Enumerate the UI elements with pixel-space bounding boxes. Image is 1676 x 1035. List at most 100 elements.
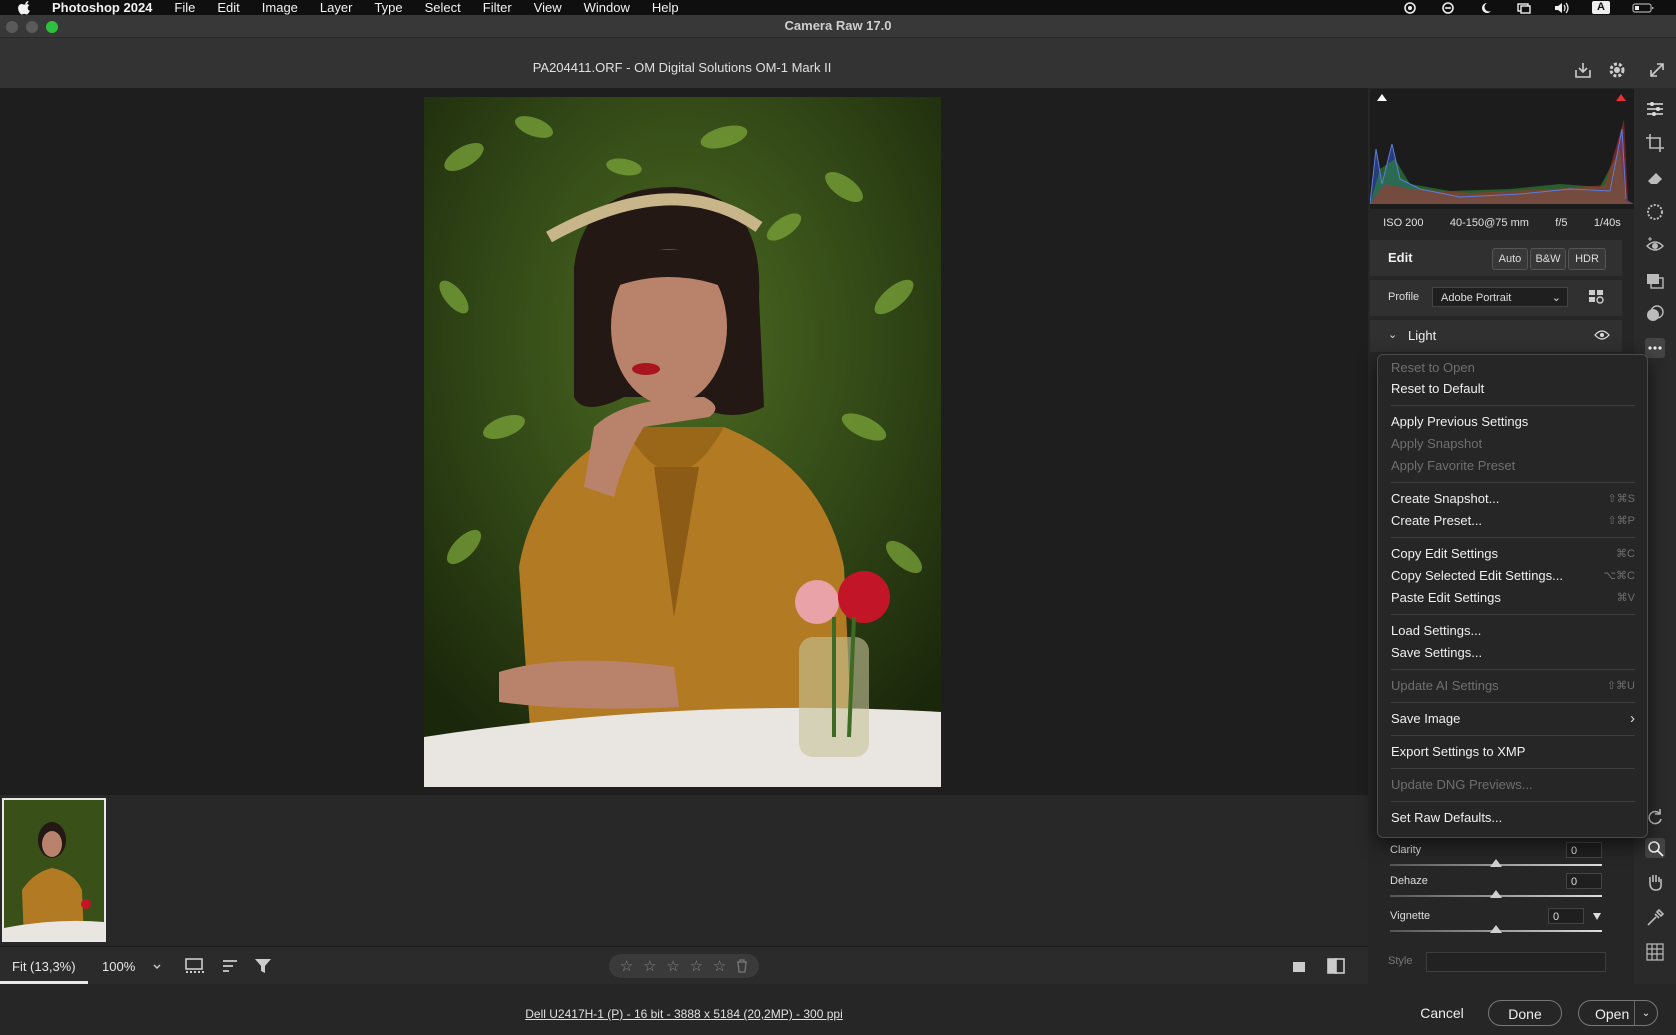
light-section-header[interactable]: ⌄ Light	[1370, 320, 1622, 352]
sync-status-icon[interactable]	[1440, 1, 1456, 14]
filmstrip-view-icon[interactable]	[185, 957, 205, 975]
grid-overlay-icon[interactable]	[1645, 942, 1665, 962]
menu-set-raw-defaults[interactable]: Set Raw Defaults...	[1391, 808, 1635, 828]
style-select[interactable]	[1426, 952, 1606, 972]
menu-item-label: Apply Previous Settings	[1391, 414, 1529, 429]
menu-file[interactable]: File	[174, 0, 195, 15]
app-menu[interactable]: Photoshop 2024	[52, 0, 152, 15]
filmstrip-thumbnail[interactable]	[2, 798, 106, 942]
star-icon[interactable]: ☆	[713, 957, 726, 975]
input-source-indicator[interactable]: A	[1592, 1, 1610, 14]
bottom-toolbar: Fit (13,3%) 100% ☆ ☆ ☆ ☆ ☆	[0, 946, 1368, 985]
clarity-label: Clarity	[1390, 844, 1422, 856]
menu-view[interactable]: View	[534, 0, 562, 15]
red-eye-icon[interactable]	[1645, 236, 1665, 256]
bw-button[interactable]: B&W	[1530, 248, 1566, 270]
vignette-slider[interactable]: Vignette 0	[1370, 908, 1622, 938]
before-after-icon[interactable]	[1326, 957, 1346, 975]
profile-select[interactable]: Adobe Portrait ⌄	[1432, 287, 1568, 307]
menu-save-image[interactable]: Save Image ›	[1391, 709, 1635, 729]
profile-browser-icon[interactable]	[1588, 289, 1606, 305]
menu-item-label: Create Preset...	[1391, 513, 1483, 528]
gear-icon[interactable]	[1607, 60, 1627, 80]
triangle-down-icon[interactable]	[1592, 911, 1602, 921]
snapshots-icon[interactable]	[1645, 270, 1665, 290]
dehaze-slider[interactable]: Dehaze 0	[1370, 873, 1622, 903]
auto-button[interactable]: Auto	[1492, 248, 1528, 270]
presets-icon[interactable]	[1645, 304, 1665, 324]
menu-create-preset[interactable]: Create Preset... ⇧⌘P	[1391, 511, 1635, 531]
highlight-clipping-icon[interactable]	[1614, 91, 1628, 105]
single-view-icon[interactable]	[1290, 957, 1308, 975]
menu-update-ai-settings: Update AI Settings ⇧⌘U	[1391, 676, 1635, 696]
save-image-icon[interactable]	[1573, 60, 1593, 80]
star-icon[interactable]: ☆	[690, 957, 703, 975]
star-icon[interactable]: ☆	[666, 957, 679, 975]
menu-copy-edit-settings[interactable]: Copy Edit Settings ⌘C	[1391, 544, 1635, 564]
apple-menu-icon[interactable]	[18, 0, 32, 15]
edit-sliders-icon[interactable]	[1645, 99, 1665, 119]
creative-cloud-icon[interactable]	[1402, 1, 1418, 14]
eyedropper-icon[interactable]	[1645, 908, 1665, 928]
zoom-100-button[interactable]: 100%	[102, 959, 135, 974]
crop-icon[interactable]	[1645, 133, 1665, 153]
menu-apply-favorite-preset: Apply Favorite Preset	[1391, 456, 1635, 476]
sort-icon[interactable]	[221, 957, 239, 975]
menu-apply-previous-settings[interactable]: Apply Previous Settings	[1391, 412, 1635, 432]
menu-help[interactable]: Help	[652, 0, 679, 15]
menu-image[interactable]: Image	[262, 0, 298, 15]
menu-edit[interactable]: Edit	[217, 0, 239, 15]
lens-blur-icon[interactable]	[1645, 202, 1665, 222]
hand-tool-icon[interactable]	[1645, 872, 1665, 892]
open-button[interactable]: Open ⌄	[1578, 1000, 1658, 1026]
volume-icon[interactable]	[1554, 2, 1570, 14]
star-icon[interactable]: ☆	[643, 957, 656, 975]
menu-load-settings[interactable]: Load Settings...	[1391, 621, 1635, 641]
menu-select[interactable]: Select	[425, 0, 461, 15]
profile-label: Profile	[1388, 291, 1420, 303]
menu-item-label: Save Settings...	[1391, 645, 1483, 660]
menu-paste-edit-settings[interactable]: Paste Edit Settings ⌘V	[1391, 588, 1635, 608]
vignette-thumb[interactable]	[1490, 925, 1502, 933]
menu-type[interactable]: Type	[374, 0, 402, 15]
zoom-tool-icon[interactable]	[1645, 838, 1665, 858]
workflow-options-link[interactable]: Dell U2417H-1 (P) - 16 bit - 3888 x 5184…	[0, 1007, 1368, 1021]
menu-window[interactable]: Window	[584, 0, 630, 15]
cancel-button[interactable]: Cancel	[1404, 1000, 1480, 1026]
clarity-slider[interactable]: Clarity 0	[1370, 842, 1622, 872]
menu-save-settings[interactable]: Save Settings...	[1391, 643, 1635, 663]
more-options-icon[interactable]	[1645, 338, 1665, 358]
fullscreen-icon[interactable]	[1647, 60, 1667, 80]
clarity-value-field[interactable]: 0	[1566, 842, 1602, 858]
chevron-down-icon[interactable]	[152, 962, 162, 972]
menu-copy-selected-edit-settings[interactable]: Copy Selected Edit Settings... ⌥⌘C	[1391, 566, 1635, 586]
visibility-eye-icon[interactable]	[1594, 329, 1610, 341]
fit-zoom-button[interactable]: Fit (13,3%)	[12, 959, 76, 974]
star-rating[interactable]: ☆ ☆ ☆ ☆ ☆	[609, 954, 759, 978]
moon-icon[interactable]	[1478, 2, 1494, 14]
vignette-value-field[interactable]: 0	[1548, 908, 1584, 924]
menu-layer[interactable]: Layer	[320, 0, 353, 15]
menu-filter[interactable]: Filter	[483, 0, 512, 15]
screen-mirroring-icon[interactable]	[1516, 2, 1532, 14]
menu-reset-to-default[interactable]: Reset to Default	[1391, 379, 1635, 399]
star-icon[interactable]: ☆	[620, 957, 633, 975]
edit-title: Edit	[1388, 250, 1413, 265]
menu-create-snapshot[interactable]: Create Snapshot... ⇧⌘S	[1391, 489, 1635, 509]
hdr-button[interactable]: HDR	[1568, 248, 1606, 270]
photo-preview[interactable]	[424, 97, 941, 787]
shadow-clipping-icon[interactable]	[1375, 91, 1389, 105]
open-button-label: Open	[1595, 1006, 1630, 1022]
filter-icon[interactable]	[254, 957, 272, 975]
menu-export-settings-to-xmp[interactable]: Export Settings to XMP	[1391, 742, 1635, 762]
menu-shortcut: ⌥⌘C	[1603, 570, 1635, 582]
dehaze-value-field[interactable]: 0	[1566, 873, 1602, 889]
rotate-icon[interactable]	[1645, 806, 1665, 826]
battery-icon[interactable]	[1632, 2, 1654, 14]
done-button[interactable]: Done	[1488, 1000, 1562, 1026]
dehaze-thumb[interactable]	[1490, 890, 1502, 898]
open-options-chevron-icon[interactable]: ⌄	[1634, 1001, 1657, 1025]
eraser-icon[interactable]	[1645, 168, 1665, 188]
trash-icon[interactable]	[736, 959, 748, 973]
clarity-thumb[interactable]	[1490, 859, 1502, 867]
